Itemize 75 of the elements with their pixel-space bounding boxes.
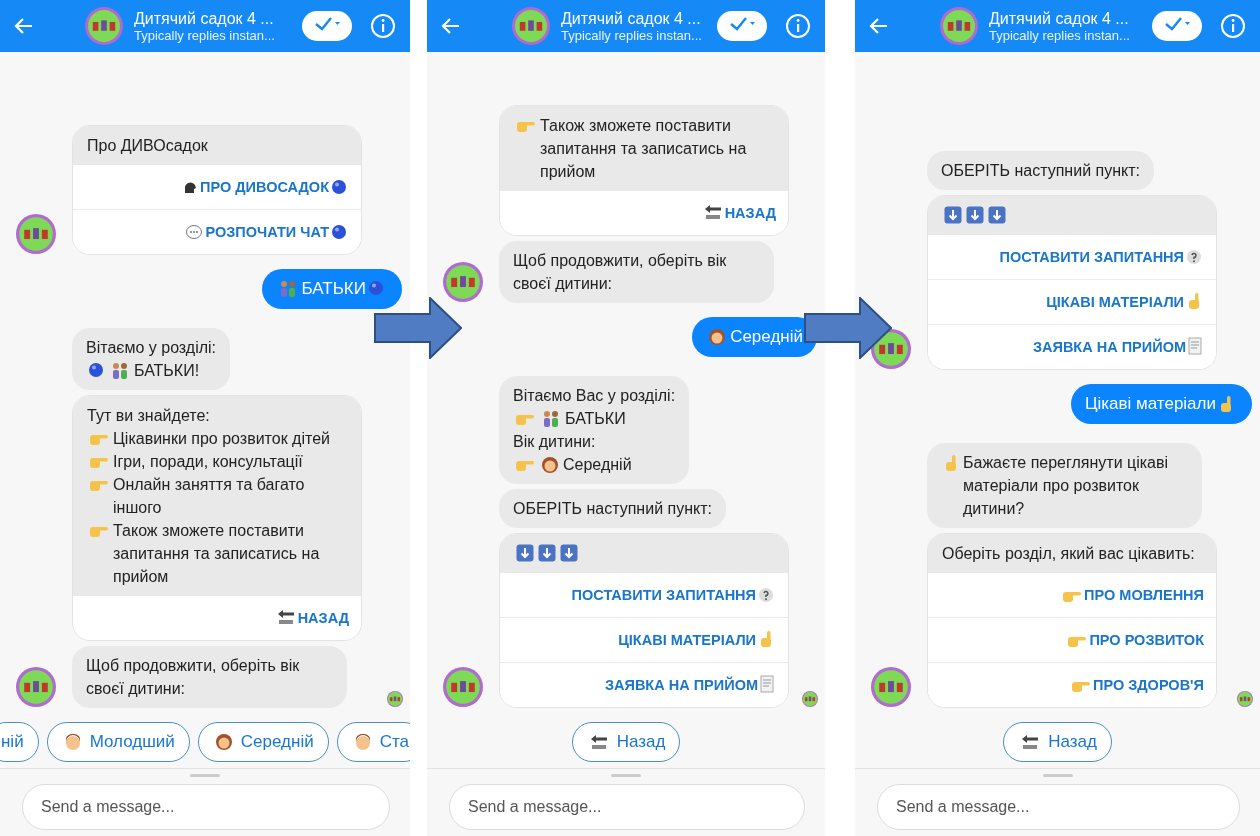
info-icon (370, 13, 396, 39)
card-text: Оберіть розділ, який вас цікавить: (942, 544, 1195, 564)
raised-finger-icon (943, 454, 959, 472)
message-text: Щоб продовжити, оберіть вік своєї дитини: (86, 656, 301, 699)
check-menu-button[interactable] (1152, 11, 1202, 41)
question-icon (758, 587, 774, 603)
chat-title: Дитячий садок 4 ... (989, 8, 1130, 28)
card-option-button[interactable]: ПРО ЗДОРОВ'Я (928, 662, 1216, 707)
chat-subtitle: Typically replies instan... (989, 27, 1131, 44)
boy-icon (63, 733, 82, 751)
woman-icon (541, 456, 559, 474)
raised-finger-icon (1218, 395, 1234, 413)
chat-avatar (939, 6, 979, 46)
card-text: Також зможете поставити запитання та записатись на прийом (113, 521, 321, 587)
message-text: Щоб продовжити, оберіть вік своєї дитини: (513, 251, 728, 294)
woman-icon (214, 733, 233, 751)
raised-finger-icon (758, 630, 774, 648)
raised-finger-icon (1186, 292, 1202, 310)
question-icon (1186, 249, 1202, 265)
message-text: ОБЕРІТЬ наступний пункт: (513, 499, 712, 519)
quick-reply-button[interactable]: Середній (197, 722, 329, 762)
speech-bubble-icon (185, 224, 204, 240)
card-text: Онлайн заняття та багато іншого (113, 475, 306, 518)
ball-icon (368, 280, 384, 296)
document-icon (760, 675, 774, 693)
chat-subtitle: Typically replies instan... (134, 27, 276, 44)
quick-reply-button[interactable]: ній (0, 722, 39, 762)
message-text: БАТЬКИ (565, 409, 626, 429)
ball-icon (88, 362, 104, 378)
quick-reply-button[interactable]: Молодший (46, 722, 190, 762)
message-input-field[interactable]: Send a message... (877, 784, 1240, 830)
ball-icon (331, 224, 347, 240)
check-menu-button[interactable] (717, 11, 767, 41)
drag-handle[interactable] (611, 774, 641, 777)
card-option-button[interactable]: ЗАЯВКА НА ПРИЙОМ (928, 324, 1216, 369)
message-text: Середній (730, 326, 803, 348)
message-text: Середній (563, 455, 632, 475)
message-text: Вітаємо у розділі: (86, 338, 217, 358)
info-icon (1220, 13, 1246, 39)
info-icon (785, 13, 811, 39)
card-text: Ігри, поради, консультації (113, 452, 303, 472)
card-text: Про ДИВОсадок (87, 136, 208, 156)
people-icon (541, 410, 561, 428)
drag-handle[interactable] (1042, 774, 1073, 777)
card-option-button[interactable]: РОЗПОЧАТИ ЧАТ (73, 209, 361, 254)
card-text: Також зможете поставити запитання та записатись на прийом (540, 116, 748, 182)
message-input-field[interactable]: Send a message... (22, 784, 390, 830)
quick-reply-button[interactable]: Назад (1003, 722, 1112, 762)
chat-avatar (511, 6, 551, 46)
message-text: ОБЕРІТЬ наступний пункт: (941, 161, 1140, 181)
quick-reply-button[interactable]: Назад (571, 722, 681, 762)
chat-avatar (84, 6, 124, 46)
message-text: Бажаєте переглянути цікаві матеріали про розвиток дитини? (963, 453, 1170, 519)
chat-title: Дитячий садок 4 ... (134, 8, 275, 28)
message-text: Вітаємо Вас у розділі: (513, 386, 676, 406)
chat-subtitle: Typically replies instan... (561, 27, 703, 44)
chat-title: Дитячий садок 4 ... (561, 8, 702, 28)
quick-reply-button[interactable]: Ста (336, 722, 410, 762)
card-text: Тут ви знайдете: (87, 406, 210, 426)
head-silhouette-icon (182, 179, 199, 195)
card-option-button[interactable]: ЗАЯВКА НА ПРИЙОМ (500, 662, 788, 707)
woman-icon (708, 328, 727, 346)
check-menu-button[interactable] (302, 11, 352, 41)
message-text: Вік дитини: (513, 432, 596, 452)
people-icon (110, 362, 130, 380)
boy-icon (353, 733, 372, 751)
document-icon (1188, 337, 1202, 355)
message-input-field[interactable]: Send a message... (449, 784, 805, 830)
back-arrow-icon (1020, 733, 1041, 751)
message-text: Цікаві матеріали (1084, 393, 1216, 415)
message-text: БАТЬКИ (301, 278, 366, 300)
message-text: БАТЬКИ! (134, 361, 200, 381)
drag-handle[interactable] (190, 774, 220, 777)
ball-icon (331, 179, 347, 195)
card-text: Цікавинки про розвиток дітей (113, 429, 330, 449)
